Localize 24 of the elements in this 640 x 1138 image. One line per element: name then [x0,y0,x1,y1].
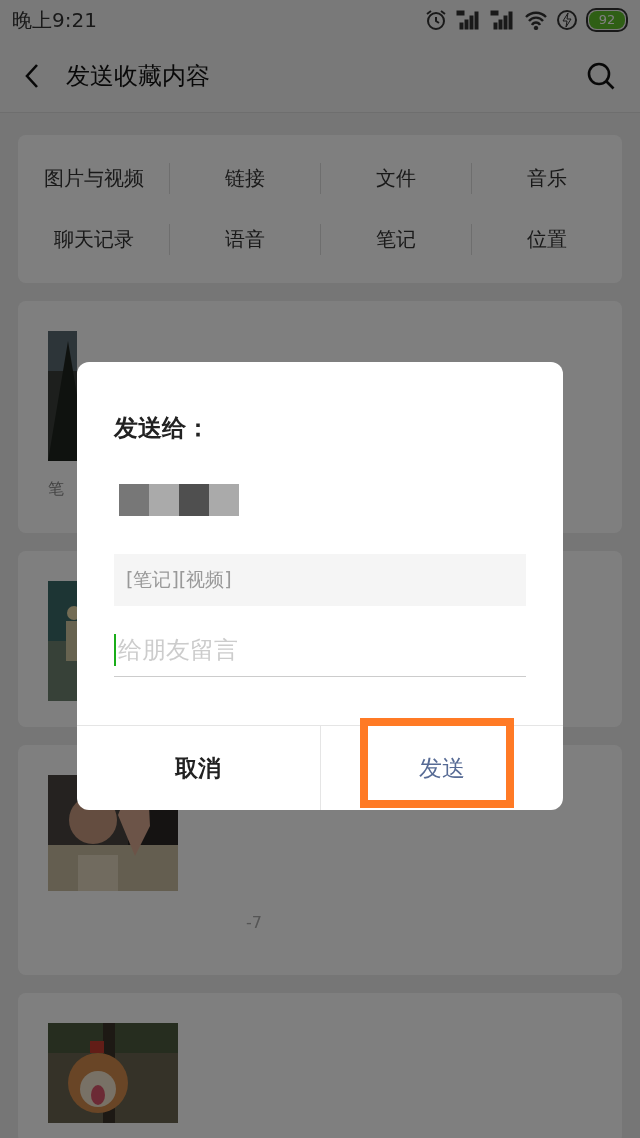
page-title: 发送收藏内容 [66,61,211,92]
alarm-icon [424,8,448,32]
content-preview: [笔记][视频] [114,554,526,606]
wifi-icon [524,10,548,30]
back-icon[interactable] [24,62,40,90]
category-link[interactable]: 音乐 [527,166,567,190]
category-link[interactable]: 位置 [527,227,567,251]
cancel-button[interactable]: 取消 [77,726,321,810]
category-link[interactable]: 图片与视频 [43,166,144,190]
status-time: 晚上9:21 [12,6,97,34]
category-link[interactable]: 文件 [376,166,416,190]
dialog-title: 发送给： [114,413,211,444]
item-type-label: 笔 [48,479,65,500]
category-link[interactable]: 链接 [225,166,265,190]
category-link[interactable]: 聊天记录 [53,227,134,251]
favorite-card[interactable] [18,993,622,1138]
search-icon[interactable] [586,61,616,91]
category-link[interactable]: 笔记 [376,227,416,251]
text-cursor [114,634,116,666]
charging-icon [556,9,578,31]
battery-icon: 92 [586,8,628,32]
signal-icon [456,9,482,31]
category-link[interactable]: 语音 [225,227,265,251]
signal-icon [490,9,516,31]
